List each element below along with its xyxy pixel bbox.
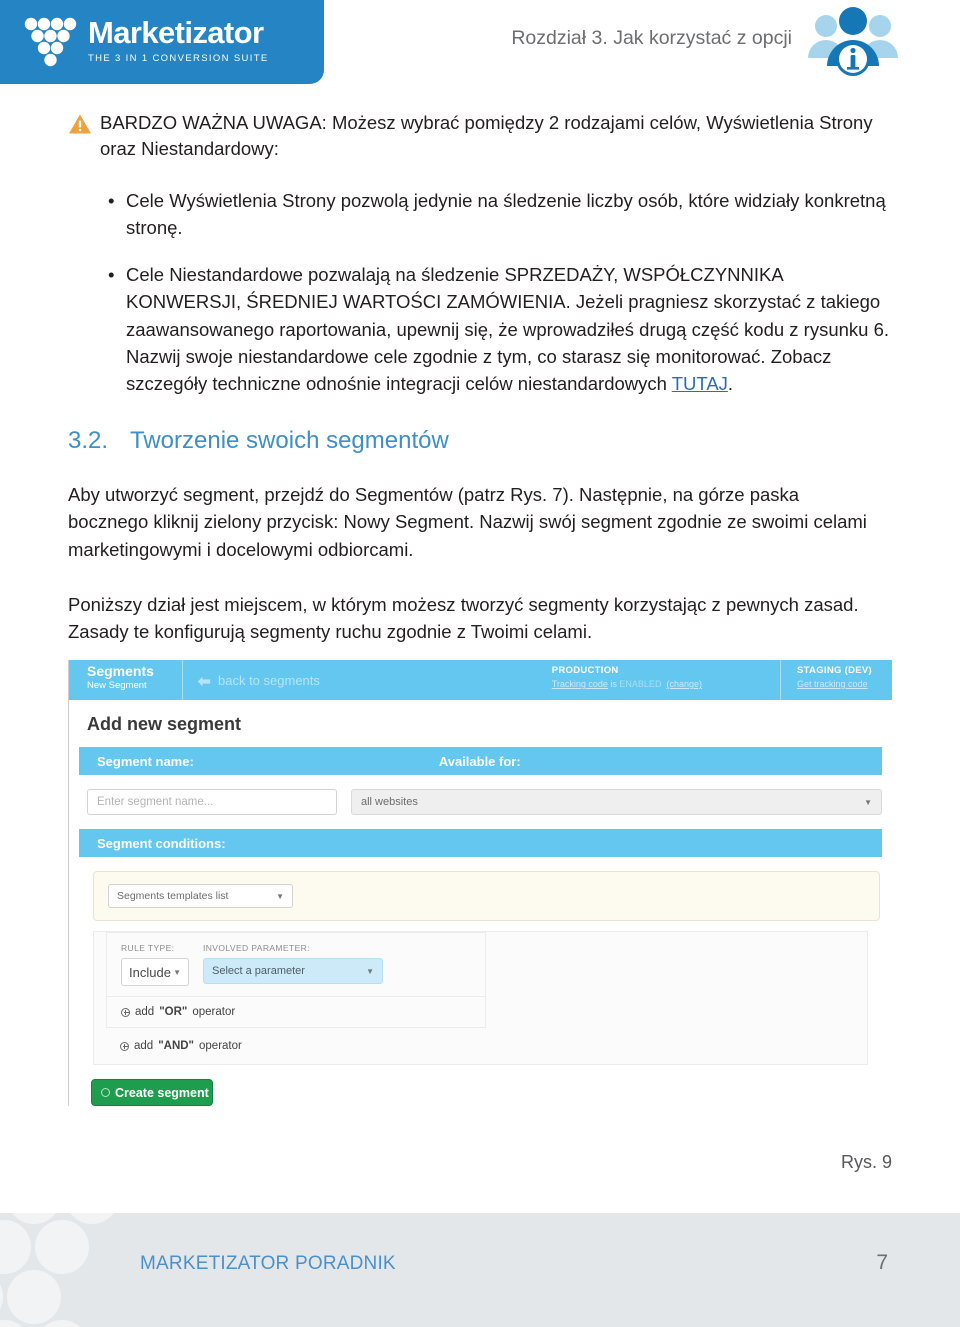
staging-status-line: Get tracking code (797, 679, 872, 689)
page-footer: MARKETIZATOR PORADNIK 7 (0, 1213, 960, 1327)
check-circle-icon (101, 1088, 110, 1097)
app-brand-title: Segments (87, 663, 154, 679)
rule-type-select[interactable]: Include ▼ (121, 958, 189, 986)
app-page-title: Add new segment (87, 714, 242, 734)
app-brand-subtitle: New Segment (87, 679, 147, 691)
chevron-down-icon: ▼ (366, 966, 374, 976)
paragraph-2: Poniższy dział jest miejscem, w którym m… (68, 593, 859, 642)
production-env-block: PRODUCTION Tracking code is ENABLED (cha… (552, 660, 702, 700)
section-heading: 3.2. Tworzenie swoich segmentów (68, 427, 890, 455)
templates-panel: Segments templates list ▼ (93, 871, 880, 921)
staging-env-block: STAGING (DEV) Get tracking code (780, 660, 872, 700)
add-or-keyword: "OR" (159, 1006, 188, 1018)
back-arrow-icon (197, 675, 211, 686)
list-item: • Cele Wyświetlenia Strony pozwolą jedyn… (108, 187, 890, 241)
section-title: Tworzenie swoich segmentów (130, 427, 449, 455)
production-change-link[interactable]: (change) (666, 679, 702, 689)
goal-types-list: • Cele Wyświetlenia Strony pozwolą jedyn… (108, 187, 890, 397)
list-item: • Cele Niestandardowe pozwalają na śledz… (108, 261, 890, 397)
figure-screenshot: Segments New Segment back to segments PR… (68, 660, 892, 1172)
production-status-value: ENABLED (619, 679, 662, 689)
segment-conditions-label: Segment conditions: (97, 835, 226, 851)
brand-tagline: THE 3 IN 1 CONVERSION SUITE (88, 52, 269, 64)
add-and-operator-button[interactable]: add "AND" operator (106, 1028, 867, 1064)
segment-name-label: Segment name: (97, 753, 194, 769)
dot-triangle-icon (22, 15, 78, 69)
rule-type-value: Include (129, 964, 171, 980)
add-and-suffix: operator (199, 1040, 242, 1052)
paragraph-1: Aby utworzyć segment, przejdź do Segment… (68, 484, 867, 560)
brand-name: Marketizator (88, 14, 264, 50)
available-for-select[interactable]: all websites ▼ (351, 789, 882, 815)
footer-page-number: 7 (876, 1251, 888, 1274)
staging-title: STAGING (DEV) (797, 665, 872, 676)
chevron-down-icon: ▼ (864, 797, 872, 807)
production-status-line: Tracking code is ENABLED (change) (552, 679, 702, 689)
bullet-marker: • (108, 264, 115, 286)
conditions-header-bar: Segment conditions: (79, 829, 882, 857)
involved-parameter-value: Select a parameter (212, 965, 305, 977)
rule-type-col: RULE TYPE: Include ▼ (121, 943, 189, 986)
add-or-operator-button[interactable]: add "OR" operator (107, 996, 485, 1027)
warning-triangle-icon (68, 113, 92, 135)
app-topbar: Segments New Segment back to segments PR… (69, 660, 892, 700)
chevron-down-icon: ▼ (276, 891, 284, 901)
back-to-segments-link[interactable]: back to segments (183, 660, 320, 700)
list-item-text-tail: . (727, 373, 734, 395)
fields-row: Enter segment name... all websites ▼ (69, 775, 892, 829)
fields-header-bar: Segment name: Available for: (79, 747, 882, 775)
info-people-icon (804, 4, 902, 84)
rule-row: RULE TYPE: Include ▼ INVOLVED PARAMETER:… (107, 943, 485, 996)
or-group: RULE TYPE: Include ▼ INVOLVED PARAMETER:… (106, 932, 486, 1028)
back-to-segments-label: back to segments (218, 672, 320, 688)
figure-caption: Rys. 9 (840, 1152, 892, 1172)
chevron-down-icon: ▼ (173, 967, 181, 977)
plus-circle-icon (121, 1007, 130, 1017)
marketizator-app-window: Segments New Segment back to segments PR… (68, 660, 892, 1106)
add-or-prefix: add (135, 1006, 155, 1018)
get-tracking-code-link[interactable]: Get tracking code (797, 679, 868, 689)
available-for-label: Available for: (438, 753, 521, 769)
document-page: Marketizator THE 3 IN 1 CONVERSION SUITE… (0, 0, 960, 1327)
page-header: Marketizator THE 3 IN 1 CONVERSION SUITE… (0, 0, 960, 88)
involved-parameter-select[interactable]: Select a parameter ▼ (203, 958, 383, 984)
add-and-prefix: add (134, 1040, 154, 1052)
segments-templates-select[interactable]: Segments templates list ▼ (108, 884, 293, 908)
add-and-keyword: "AND" (158, 1040, 195, 1052)
app-brand: Segments New Segment (69, 660, 183, 700)
production-is-word: is (607, 679, 620, 689)
add-or-suffix: operator (192, 1006, 236, 1018)
section-number: 3.2. (68, 427, 109, 455)
create-segment-label: Create segment (115, 1085, 209, 1100)
and-group: RULE TYPE: Include ▼ INVOLVED PARAMETER:… (93, 931, 868, 1065)
chapter-heading: Rozdział 3. Jak korzystać z opcji (511, 27, 792, 49)
list-item-text: Cele Wyświetlenia Strony pozwolą jedynie… (126, 189, 886, 239)
available-for-value: all websites (361, 796, 418, 808)
important-note: BARDZO WAŻNA UWAGA: Możesz wybrać pomięd… (68, 110, 890, 163)
create-segment-button[interactable]: Create segment (91, 1079, 213, 1106)
conditions-body: Segments templates list ▼ RULE TYPE: Inc… (69, 857, 892, 1065)
brand-wordmark: Marketizator THE 3 IN 1 CONVERSION SUITE (88, 17, 269, 68)
important-note-text: BARDZO WAŻNA UWAGA: Możesz wybrać pomięd… (100, 112, 873, 160)
rule-type-label: RULE TYPE: (121, 943, 175, 953)
production-title: PRODUCTION (551, 665, 619, 676)
tracking-code-link[interactable]: Tracking code (552, 679, 608, 689)
segment-name-input[interactable]: Enter segment name... (87, 789, 337, 815)
plus-circle-icon (120, 1041, 129, 1051)
brand-logo: Marketizator THE 3 IN 1 CONVERSION SUITE (0, 0, 324, 84)
bullet-marker: • (108, 189, 115, 211)
tutaj-link[interactable]: TUTAJ (672, 373, 728, 394)
footer-label: MARKETIZATOR PORADNIK (140, 1253, 396, 1274)
involved-parameter-col: INVOLVED PARAMETER: Select a parameter ▼ (203, 943, 383, 986)
involved-parameter-label: INVOLVED PARAMETER: (203, 943, 310, 953)
page-content: BARDZO WAŻNA UWAGA: Możesz wybrać pomięd… (0, 88, 960, 645)
segments-templates-value: Segments templates list (117, 890, 229, 902)
list-item-text: Cele Niestandardowe pozwalają na śledzen… (126, 264, 890, 395)
